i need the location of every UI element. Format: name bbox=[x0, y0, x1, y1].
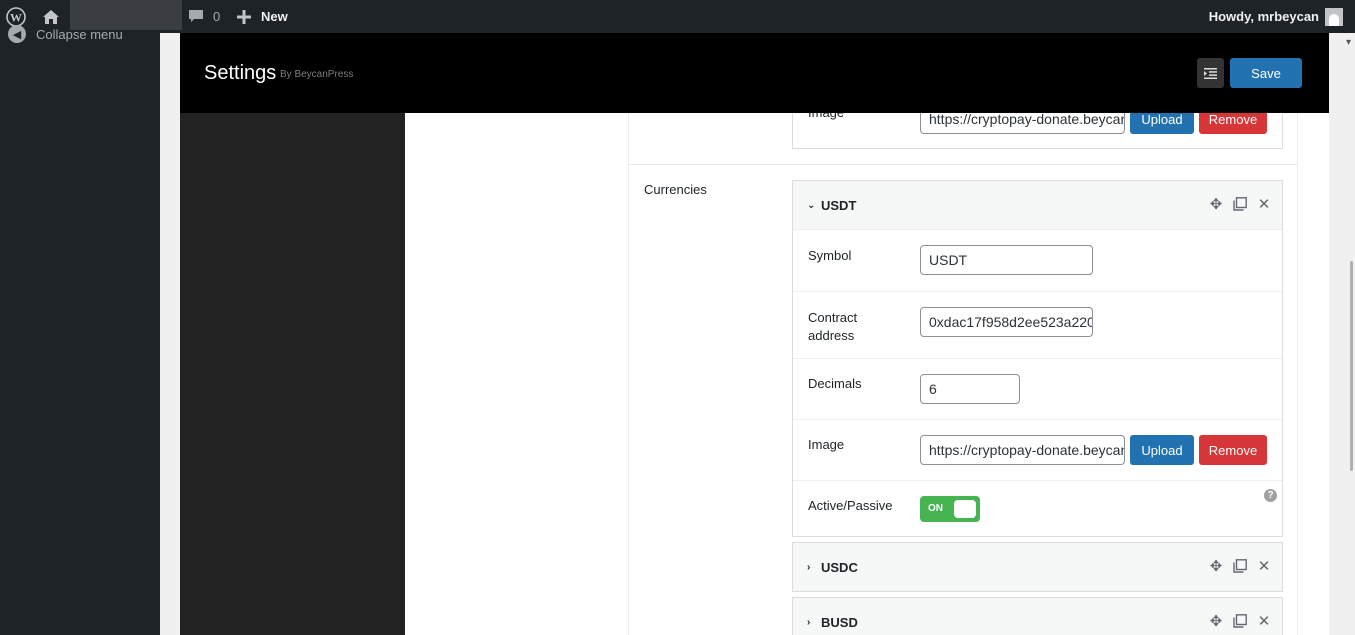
duplicate-icon[interactable] bbox=[1232, 613, 1248, 629]
page-byline: By BeycanPress bbox=[280, 69, 354, 80]
comment-icon bbox=[189, 10, 203, 22]
save-button[interactable]: Save bbox=[1230, 58, 1302, 88]
close-icon[interactable]: ✕ bbox=[1256, 558, 1272, 575]
duplicate-icon[interactable] bbox=[1232, 196, 1248, 212]
plus-icon bbox=[237, 9, 251, 24]
remove-button[interactable]: Remove bbox=[1199, 435, 1267, 465]
contract-row: Contract address 0xdac17f958d2ee523a2206… bbox=[793, 291, 1282, 358]
chevron-right-icon: › bbox=[807, 617, 811, 628]
move-icon[interactable]: ✥ bbox=[1208, 196, 1224, 213]
collapse-menu-button[interactable]: ◀ Collapse menu bbox=[8, 25, 123, 43]
svg-text:W: W bbox=[10, 10, 22, 24]
image-row: Image https://cryptopay-donate.beycanpre… bbox=[793, 419, 1282, 480]
contract-label-line2: address bbox=[808, 328, 855, 343]
contract-address-input[interactable]: 0xdac17f958d2ee523a2206206994597c13d831e… bbox=[920, 307, 1093, 337]
symbol-label: Symbol bbox=[808, 248, 852, 263]
group-title-wrap: › BUSD bbox=[807, 615, 858, 630]
group-title: BUSD bbox=[821, 615, 858, 630]
comments-link[interactable]: 0 bbox=[188, 0, 220, 33]
group-tools: ✥ ✕ bbox=[1208, 558, 1272, 575]
group-title: USDT bbox=[821, 198, 857, 213]
group-header[interactable]: ⌄ USDT ✥ ✕ bbox=[793, 181, 1282, 229]
new-content-link[interactable]: New bbox=[237, 0, 288, 33]
symbol-row: Symbol USDT bbox=[793, 229, 1282, 291]
decimals-input[interactable]: 6 bbox=[920, 374, 1020, 404]
image-label: Image bbox=[808, 437, 845, 452]
avatar bbox=[1325, 7, 1343, 26]
currency-group-busd: › BUSD ✥ ✕ bbox=[792, 597, 1283, 635]
new-label: New bbox=[261, 9, 288, 24]
collapse-icon: ◀ bbox=[8, 25, 26, 43]
group-title-wrap: ⌄ USDT bbox=[807, 198, 856, 213]
active-toggle-switch[interactable]: ON bbox=[920, 496, 980, 522]
symbol-input[interactable]: USDT bbox=[920, 245, 1093, 275]
chevron-down-icon: ⌄ bbox=[807, 200, 816, 211]
row-separator bbox=[628, 164, 1298, 165]
switch-label: ON bbox=[928, 503, 943, 514]
admin-menu: ◀ Collapse menu bbox=[0, 25, 160, 635]
group-title-wrap: › USDC bbox=[807, 560, 858, 575]
howdy-text: Howdy, mrbeycan bbox=[1208, 9, 1319, 24]
settings-sidebar bbox=[180, 33, 405, 635]
page-title: Settings bbox=[204, 62, 277, 84]
collapse-menu-label: Collapse menu bbox=[36, 26, 123, 42]
chevron-down-icon: ▾ bbox=[1345, 37, 1351, 48]
group-tools: ✥ ✕ bbox=[1208, 613, 1272, 630]
upload-button[interactable]: Upload bbox=[1130, 435, 1194, 465]
active-passive-label: Active/Passive bbox=[808, 498, 893, 513]
group-header[interactable]: › USDC ✥ ✕ bbox=[793, 543, 1282, 591]
comments-count: 0 bbox=[213, 9, 221, 24]
expand-toggle-button[interactable] bbox=[1197, 58, 1224, 88]
help-icon[interactable]: ? bbox=[1264, 489, 1277, 502]
field-divider bbox=[628, 113, 629, 635]
move-icon[interactable]: ✥ bbox=[1208, 613, 1224, 630]
close-icon[interactable]: ✕ bbox=[1256, 613, 1272, 630]
currencies-label: Currencies bbox=[644, 182, 707, 197]
currency-group-usdc: › USDC ✥ ✕ bbox=[792, 542, 1283, 592]
decimals-row: Decimals 6 bbox=[793, 358, 1282, 419]
close-icon[interactable]: ✕ bbox=[1256, 196, 1272, 213]
contract-label: Contract address bbox=[808, 309, 857, 345]
decimals-label: Decimals bbox=[808, 376, 862, 391]
move-icon[interactable]: ✥ bbox=[1208, 558, 1224, 575]
settings-header: Settings By BeycanPress Save bbox=[180, 33, 1329, 113]
admin-bar: W 0 New Howdy, mrbeycan bbox=[0, 0, 1355, 33]
account-menu[interactable]: Howdy, mrbeycan bbox=[1209, 0, 1343, 33]
active-row: Active/Passive ON ? bbox=[793, 480, 1282, 536]
duplicate-icon[interactable] bbox=[1232, 558, 1248, 574]
contract-label-line1: Contract bbox=[808, 310, 858, 325]
image-url-input[interactable]: https://cryptopay-donate.beycanpress.com bbox=[920, 435, 1125, 465]
field-divider bbox=[1297, 113, 1298, 635]
switch-knob bbox=[954, 500, 976, 518]
list-indent-icon bbox=[1204, 67, 1217, 79]
group-header[interactable]: › BUSD ✥ ✕ bbox=[793, 598, 1282, 635]
chevron-right-icon: › bbox=[807, 562, 811, 573]
group-tools: ✥ ✕ bbox=[1208, 196, 1272, 213]
page-gutter: ▾ bbox=[1329, 33, 1355, 635]
scrollbar[interactable] bbox=[1350, 261, 1353, 471]
group-title: USDC bbox=[821, 560, 858, 575]
currency-group-usdt: ⌄ USDT ✥ ✕ Symbol USDT Contract address … bbox=[792, 180, 1283, 537]
